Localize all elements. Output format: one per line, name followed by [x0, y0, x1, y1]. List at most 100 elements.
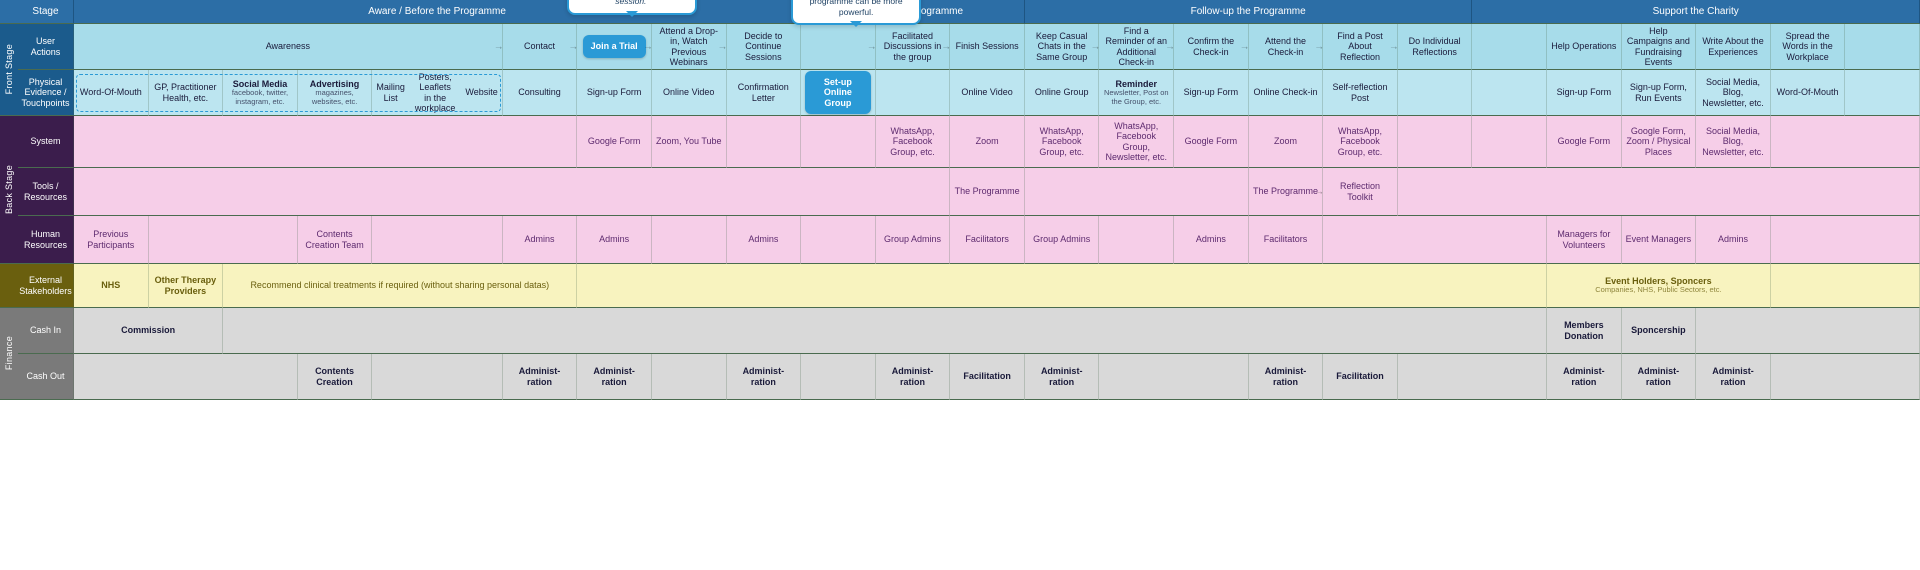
- ext-event-holders: Event Holders, SponcersCompanies, NHS, P…: [1547, 264, 1771, 308]
- tp-self-reflection: Self-reflection Post: [1323, 70, 1398, 116]
- sys-whatsapp-3: WhatsApp, Facebook Group, etc.: [1323, 116, 1398, 168]
- hr-admins-1: Admins: [503, 216, 578, 264]
- row-label-cashin: Cash In: [18, 308, 74, 354]
- phase-followup: Follow-up the Programme: [1025, 0, 1473, 24]
- row-label-user-actions: User Actions: [18, 24, 74, 70]
- sys-whatsapp-news: WhatsApp, Facebook Group, Newsletter, et…: [1099, 116, 1174, 168]
- tp-social-blog: Social Media, Blog, Newsletter, etc.: [1696, 70, 1771, 116]
- sys-zoom-2: Zoom: [1249, 116, 1324, 168]
- cashout-admin-3: Administ-ration: [727, 354, 802, 400]
- cashout-facilitation-2: Facilitation: [1323, 354, 1398, 400]
- sys-whatsapp-2: WhatsApp, Facebook Group, etc.: [1025, 116, 1100, 168]
- tp-online-checkin: Online Check-in: [1249, 70, 1324, 116]
- cashout-admin-7: Administ-ration: [1547, 354, 1622, 400]
- row-label-tools: Tools / Resources: [18, 168, 74, 216]
- ua-spread-words: Spread the Words in the Workplace: [1771, 24, 1846, 70]
- sys-google-form-3: Google Form: [1547, 116, 1622, 168]
- hr-facilitators-1: Facilitators: [950, 216, 1025, 264]
- cashout-admin-4: Administ-ration: [876, 354, 951, 400]
- row-label-human: Human Resources: [18, 216, 74, 264]
- tp-advertising: Advertisingmagazines, websites, etc.: [298, 70, 373, 116]
- ua-attend-checkin: Attend the Check-in: [1249, 24, 1324, 70]
- tp-signup-1: Sign-up Form: [577, 70, 652, 116]
- chip-join-trial[interactable]: Join a Trial: [583, 35, 646, 57]
- sys-zoom-1: Zoom: [950, 116, 1025, 168]
- tp-online-video-2: Online Video: [950, 70, 1025, 116]
- cashin-commission: Commission: [74, 308, 223, 354]
- tp-online-video-1: Online Video: [652, 70, 727, 116]
- ua-facilitated: Facilitated Discussions in the group: [876, 24, 951, 70]
- tp-signup-3: Sign-up Form: [1547, 70, 1622, 116]
- callout-integrating: Integrating building the online communit…: [791, 0, 921, 25]
- hr-facilitators-2: Facilitators: [1249, 216, 1324, 264]
- phase-support: Support the Charity: [1472, 0, 1920, 24]
- tp-mailing-posters-website: Mailing List Posters, Leaflets in the wo…: [372, 70, 502, 116]
- cashout-admin-6: Administ-ration: [1249, 354, 1324, 400]
- ua-write-about: Write About the Experiences: [1696, 24, 1771, 70]
- ua-join-trial: Join a Trial "I feel so worried when som…: [577, 24, 652, 70]
- hr-admins-2: Admins: [577, 216, 652, 264]
- sys-google-form-2: Google Form: [1174, 116, 1249, 168]
- cashout-contents: Contents Creation: [298, 354, 373, 400]
- sys-gform-zoom: Google Form, Zoom / Physical Places: [1622, 116, 1697, 168]
- cashin-sponcership: Sponcership: [1622, 308, 1697, 354]
- tp-social: Social Mediafacebook, twitter, instagram…: [223, 70, 298, 116]
- sys-zoom-youtube: Zoom, You Tube: [652, 116, 727, 168]
- tool-reflection: Reflection Toolkit: [1323, 168, 1398, 216]
- tp-confirmation: Confirmation Letter: [727, 70, 802, 116]
- row-label-external: External Stakeholders: [18, 264, 74, 308]
- row-label-touchpoints: Physical Evidence / Touchpoints: [18, 70, 74, 116]
- ext-other-therapy: Other Therapy Providers: [149, 264, 224, 308]
- sys-social-blog: Social Media, Blog, Newsletter, etc.: [1696, 116, 1771, 168]
- tp-word-of-mouth: Word-Of-Mouth: [74, 70, 149, 116]
- tp-setup-online-group: Set-up Online Group: [801, 70, 876, 116]
- hr-group-admins-2: Group Admins: [1025, 216, 1100, 264]
- tp-word-of-mouth-2: Word-Of-Mouth: [1771, 70, 1846, 116]
- row-label-cashout: Cash Out: [18, 354, 74, 400]
- ua-finish: Finish Sessions: [950, 24, 1025, 70]
- cashout-admin-2: Administ-ration: [577, 354, 652, 400]
- ext-recommend: Recommend clinical treatments if require…: [223, 264, 577, 308]
- hr-admins-5: Admins: [1696, 216, 1771, 264]
- cashout-admin-8: Administ-ration: [1622, 354, 1697, 400]
- ua-awareness: Awareness: [74, 24, 503, 70]
- tp-gp: GP, Practitioner Health, etc.: [149, 70, 224, 116]
- ua-confirm-checkin: Confirm the Check-in: [1174, 24, 1249, 70]
- callout-worried: "I feel so worried when someone drop out…: [567, 0, 697, 15]
- tp-reminder: ReminderNewsletter, Post on the Group, e…: [1099, 70, 1174, 116]
- chip-setup-online-group[interactable]: Set-up Online Group: [805, 71, 871, 114]
- row-label-stage: Stage: [18, 0, 74, 24]
- group-front-stage: Front Stage: [0, 24, 18, 116]
- tp-online-group-1: Online Group: [1025, 70, 1100, 116]
- tool-programme-2: The Programme: [1249, 168, 1324, 216]
- ua-reflections: Do Individual Reflections: [1398, 24, 1473, 70]
- ua-find-reminder: Find a Reminder of an Additional Check-i…: [1099, 24, 1174, 70]
- cashout-admin-5: Administ-ration: [1025, 354, 1100, 400]
- hr-admins-4: Admins: [1174, 216, 1249, 264]
- ua-attend-dropin: Attend a Drop-in, Watch Previous Webinar…: [652, 24, 727, 70]
- hr-managers: Managers for Volunteers: [1547, 216, 1622, 264]
- row-label-system: System: [18, 116, 74, 168]
- group-back-stage: Back Stage: [0, 116, 18, 264]
- hr-prev-participants: Previous Participants: [74, 216, 149, 264]
- ua-setup-group-cell: Integrating building the online communit…: [801, 24, 876, 70]
- ua-contact: Contact: [503, 24, 578, 70]
- hr-admins-3: Admins: [727, 216, 802, 264]
- hr-event-managers: Event Managers: [1622, 216, 1697, 264]
- tp-consulting: Consulting: [503, 70, 578, 116]
- tp-signup-2: Sign-up Form: [1174, 70, 1249, 116]
- cashout-facilitation-1: Facilitation: [950, 354, 1025, 400]
- tool-programme-1: The Programme: [950, 168, 1025, 216]
- ext-nhs: NHS: [74, 264, 149, 308]
- ua-keep-chats: Keep Casual Chats in the Same Group: [1025, 24, 1100, 70]
- ua-find-post: Find a Post About Reflection: [1323, 24, 1398, 70]
- cashout-admin-1: Administ-ration: [503, 354, 578, 400]
- ua-decide-continue: Decide to Continue Sessions: [727, 24, 802, 70]
- sys-google-form-1: Google Form: [577, 116, 652, 168]
- ua-help-campaigns: Help Campaigns and Fundraising Events: [1622, 24, 1697, 70]
- sys-whatsapp-1: WhatsApp, Facebook Group, etc.: [876, 116, 951, 168]
- cashout-admin-9: Administ-ration: [1696, 354, 1771, 400]
- service-blueprint-grid: Stage Aware / Before the Programme Durin…: [0, 0, 1920, 570]
- tp-signup-run: Sign-up Form, Run Events: [1622, 70, 1697, 116]
- hr-group-admins-1: Group Admins: [876, 216, 951, 264]
